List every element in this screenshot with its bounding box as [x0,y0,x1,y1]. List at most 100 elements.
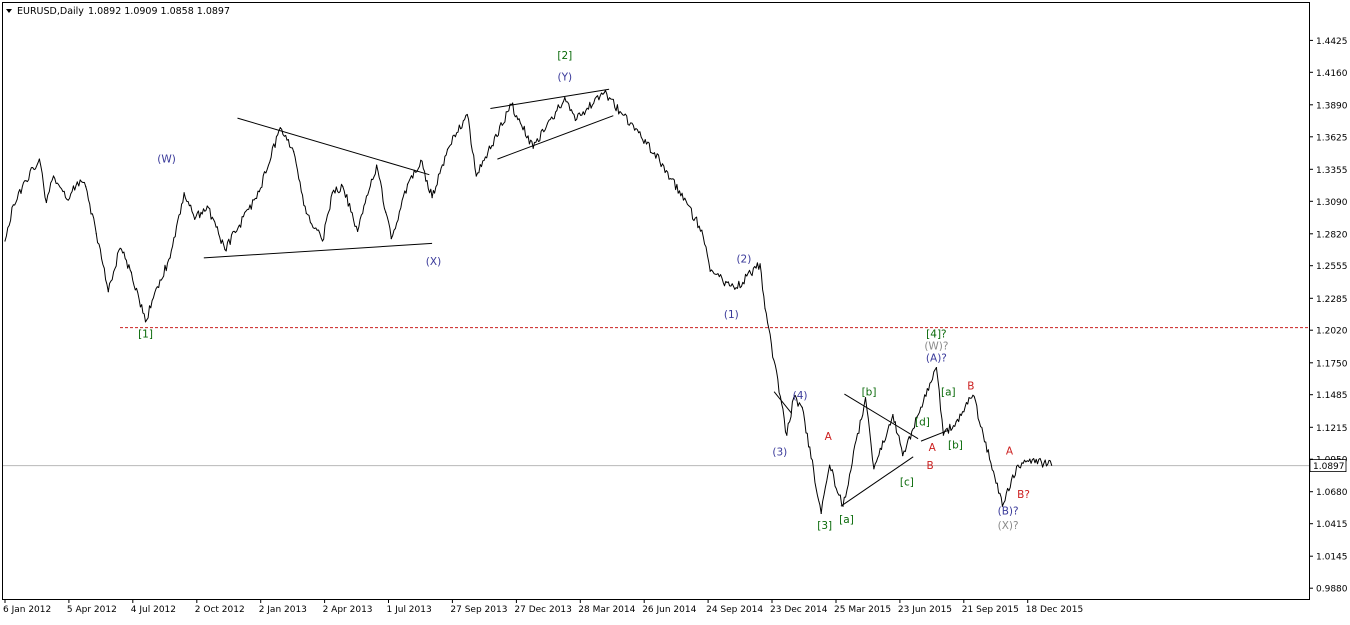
price-point [156,286,158,288]
price-point [1017,464,1019,466]
price-point [820,512,822,515]
price-point [661,163,664,165]
price-point [224,248,226,251]
y-tick-label: 1.1215 [1316,424,1348,434]
last-price-label: 1.0897 [1313,462,1345,472]
price-point [1029,458,1031,460]
wave-label: [b] [948,439,963,451]
price-point [305,212,307,214]
y-tick-label: 1.3890 [1316,101,1348,111]
x-tick-label: 27 Dec 2013 [514,605,572,615]
wave-label: [a] [839,514,854,526]
price-point [206,205,208,207]
price-point [759,263,761,265]
price-point [475,175,477,177]
symbol-label: EURUSD,Daily [17,6,84,17]
wave-label: [d] [915,416,930,428]
price-point [25,180,27,182]
wave-label: (4) [793,390,808,402]
wave-label: [2] [557,50,572,62]
x-tick-label: 4 Jul 2012 [131,605,176,615]
wave-label: A [1006,445,1014,457]
wave-label: B [926,460,933,472]
price-point [85,186,87,188]
wave-label: A [825,431,833,443]
x-tick-label: 26 Jun 2014 [642,605,696,615]
wave-label: (W)? [924,341,948,353]
price-point [801,406,803,408]
price-point [829,464,831,466]
price-point [45,201,48,204]
wave-label: (X)? [998,520,1019,532]
price-point [183,192,185,194]
x-tick-label: 25 Mar 2015 [834,605,891,615]
wave-label: [c] [900,477,914,489]
price-chart[interactable]: (W) (X) [2] (Y) [1] (2) (1) (4) (3) [3] [a] A [b] [c]… [0,0,1350,621]
x-tick-label: 24 Sep 2014 [706,605,763,615]
price-point [446,148,449,150]
price-point [1051,464,1053,466]
price-point [406,183,409,185]
x-tick-label: 23 Jun 2015 [898,605,952,615]
price-point [321,240,324,242]
price-point [279,127,281,129]
price-point [638,132,640,134]
wave-label: (2) [736,254,751,266]
price-point [873,468,875,470]
price-point [293,151,295,153]
price-point [144,321,147,323]
price-point [942,434,945,436]
wave-label: B [967,380,974,392]
wave-label: [a] [941,386,956,398]
x-tick-label: 2 Apr 2013 [323,605,373,615]
wave-label: (X) [426,256,441,268]
chart-window[interactable]: (W) (X) [2] (Y) [1] (2) (1) (4) (3) [3] [a] A [b] [c]… [0,0,1350,621]
price-point [786,434,788,436]
x-tick-label: 5 Apr 2012 [67,605,117,615]
y-tick-label: 1.0145 [1316,553,1348,563]
x-tick-label: 28 Mar 2014 [578,605,635,615]
price-point [169,257,171,259]
x-tick-label: 2 Jan 2013 [259,605,307,615]
wave-label: (3) [772,447,787,459]
price-point [4,240,6,242]
wave-label: (W) [157,154,176,166]
price-point [107,291,109,293]
price-point [532,147,534,149]
price-point [194,218,196,220]
price-point [390,238,392,240]
y-tick-label: 1.3625 [1316,133,1348,143]
price-point [12,204,14,206]
price-point [331,192,333,194]
price-point [902,455,904,457]
wave-label: (B)? [998,506,1019,518]
y-tick-label: 1.3355 [1316,166,1348,176]
x-tick-label: 21 Sep 2015 [962,605,1019,615]
wave-label: [3] [817,520,832,532]
wave-label: [b] [862,386,877,398]
wave-label: (Y) [557,72,572,84]
price-point [420,159,422,161]
price-point [130,271,132,273]
x-tick-label: 18 Dec 2015 [1026,605,1084,615]
wave-label: (1) [724,309,739,321]
wave-label: [1] [138,329,153,341]
y-tick-label: 1.2285 [1316,295,1348,305]
price-point [119,247,121,249]
y-tick-label: 1.1750 [1316,359,1348,369]
y-tick-label: 0.9880 [1316,585,1348,595]
ohlc-readout: 1.0892 1.0909 1.0858 1.0897 [88,6,230,17]
price-point [764,307,766,310]
chart-header: EURUSD,Daily 1.0892 1.0909 1.0858 1.0897 [6,6,230,17]
wave-label: B? [1017,489,1030,501]
price-point [342,186,344,188]
y-tick-label: 1.0415 [1316,520,1348,530]
price-point [466,113,468,116]
price-point [52,175,55,177]
price-point [38,158,41,160]
wave-label: A [929,442,937,454]
price-point [955,421,957,423]
y-tick-label: 1.4160 [1316,69,1348,79]
x-tick-label: 1 Jul 2013 [387,605,432,615]
price-point [842,505,844,507]
